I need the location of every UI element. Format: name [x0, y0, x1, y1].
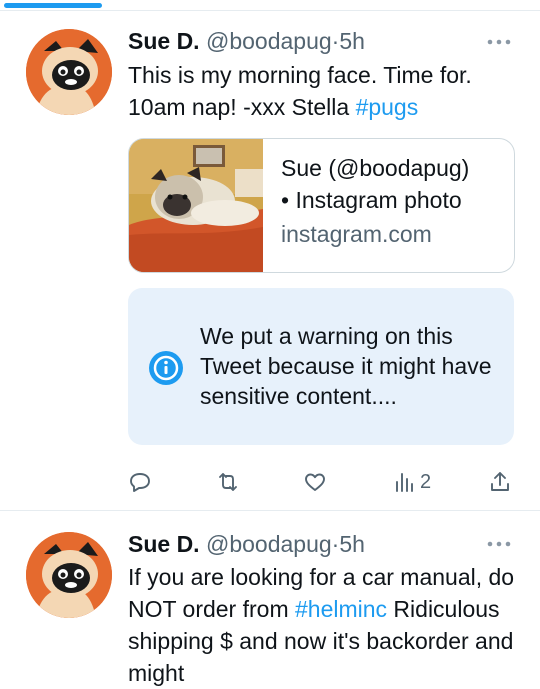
- retweet-icon: [219, 473, 237, 491]
- tab-bar: [0, 0, 540, 11]
- card-title-line: • Instagram photo: [281, 187, 462, 213]
- reply-icon: [130, 473, 150, 492]
- tweet-text: This is my morning face. Time for. 10am …: [128, 59, 528, 123]
- tweet-text-part: This is my morning face. Time for. 10am …: [128, 62, 472, 120]
- share-icon: [491, 472, 509, 491]
- tweet-text: If you are looking for a car manual, do …: [128, 561, 528, 689]
- pug-avatar-icon: [26, 29, 112, 115]
- more-options-button[interactable]: [484, 32, 514, 52]
- avatar[interactable]: [26, 29, 112, 115]
- more-options-button[interactable]: [484, 534, 514, 554]
- heart-icon: [305, 473, 325, 491]
- tweet-actions: 2: [128, 468, 518, 496]
- timestamp[interactable]: 5h: [339, 531, 365, 557]
- more-icon: [487, 39, 511, 45]
- tweet-header: Sue D. @boodapug·5h: [128, 27, 365, 55]
- views-count: 2: [420, 470, 432, 493]
- card-text: Sue (@boodapug) • Instagram photo instag…: [281, 152, 509, 250]
- active-tab-indicator: [4, 3, 102, 8]
- display-name[interactable]: Sue D.: [128, 28, 200, 54]
- tweet[interactable]: Sue D. @boodapug·5h This is my morning f…: [0, 12, 540, 511]
- share-button[interactable]: [488, 468, 512, 496]
- reply-button[interactable]: [128, 468, 152, 496]
- user-handle[interactable]: @boodapug: [206, 28, 332, 54]
- info-icon: [149, 351, 183, 385]
- tweet[interactable]: Sue D. @boodapug·5h If you are looking f…: [0, 512, 540, 686]
- more-icon: [487, 541, 511, 547]
- views-button[interactable]: 2: [392, 468, 431, 496]
- tweet-header: Sue D. @boodapug·5h: [128, 530, 365, 558]
- card-thumbnail: [129, 139, 263, 272]
- hashtag-link[interactable]: #pugs: [356, 94, 419, 120]
- display-name[interactable]: Sue D.: [128, 531, 200, 557]
- hashtag-link[interactable]: #helminc: [295, 596, 387, 622]
- sensitive-content-warning[interactable]: We put a warning on this Tweet because i…: [128, 288, 514, 445]
- link-card[interactable]: Sue (@boodapug) • Instagram photo instag…: [128, 138, 515, 273]
- timestamp[interactable]: 5h: [339, 28, 365, 54]
- retweet-button[interactable]: [216, 468, 240, 496]
- warning-text: We put a warning on this Tweet because i…: [200, 323, 492, 409]
- user-handle[interactable]: @boodapug: [206, 531, 332, 557]
- card-domain: instagram.com: [281, 221, 432, 247]
- avatar[interactable]: [26, 532, 112, 618]
- views-icon: [396, 473, 413, 492]
- pug-avatar-icon: [26, 532, 112, 618]
- like-button[interactable]: [303, 468, 327, 496]
- card-title-line: Sue (@boodapug): [281, 155, 470, 181]
- pug-photo-image: [129, 139, 263, 272]
